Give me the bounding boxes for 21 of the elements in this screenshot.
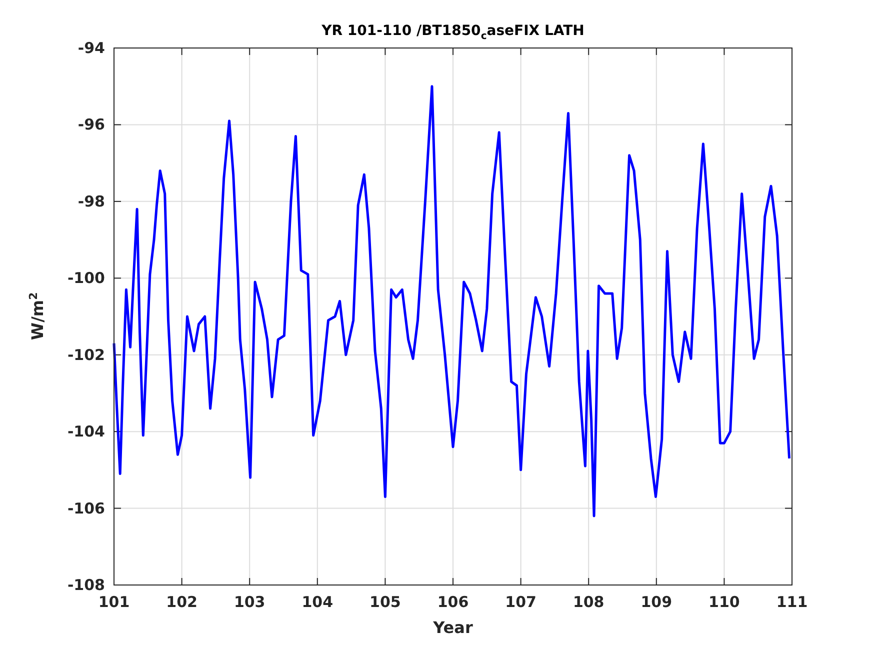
y-tick-label: -106 [67, 499, 105, 518]
x-tick-label: 109 [640, 593, 672, 611]
x-tick-label: 104 [302, 593, 334, 611]
x-tick-label: 103 [234, 593, 266, 611]
y-tick-label: -94 [78, 39, 105, 57]
y-tick-label: -102 [67, 346, 105, 364]
chart-title: YR 101-110 /BT1850$_{c}$aseFIX LATH [322, 23, 584, 42]
x-tick-label: 105 [370, 593, 401, 611]
x-tick-label: 106 [437, 593, 469, 611]
x-axis-label: Year [433, 618, 473, 638]
x-tick-label: 110 [708, 593, 740, 611]
x-tick-label: 108 [572, 593, 604, 611]
x-tick-label: 101 [98, 593, 130, 611]
x-tick-label: 111 [776, 593, 808, 611]
y-tick-label: -96 [78, 116, 105, 134]
y-tick-label: -98 [78, 192, 105, 210]
y-tick-label: -108 [67, 576, 105, 594]
y-tick-label: -100 [67, 269, 105, 288]
y-tick-label: -104 [67, 422, 105, 441]
x-tick-label: 107 [505, 593, 536, 611]
x-tick-label: 102 [166, 593, 198, 611]
